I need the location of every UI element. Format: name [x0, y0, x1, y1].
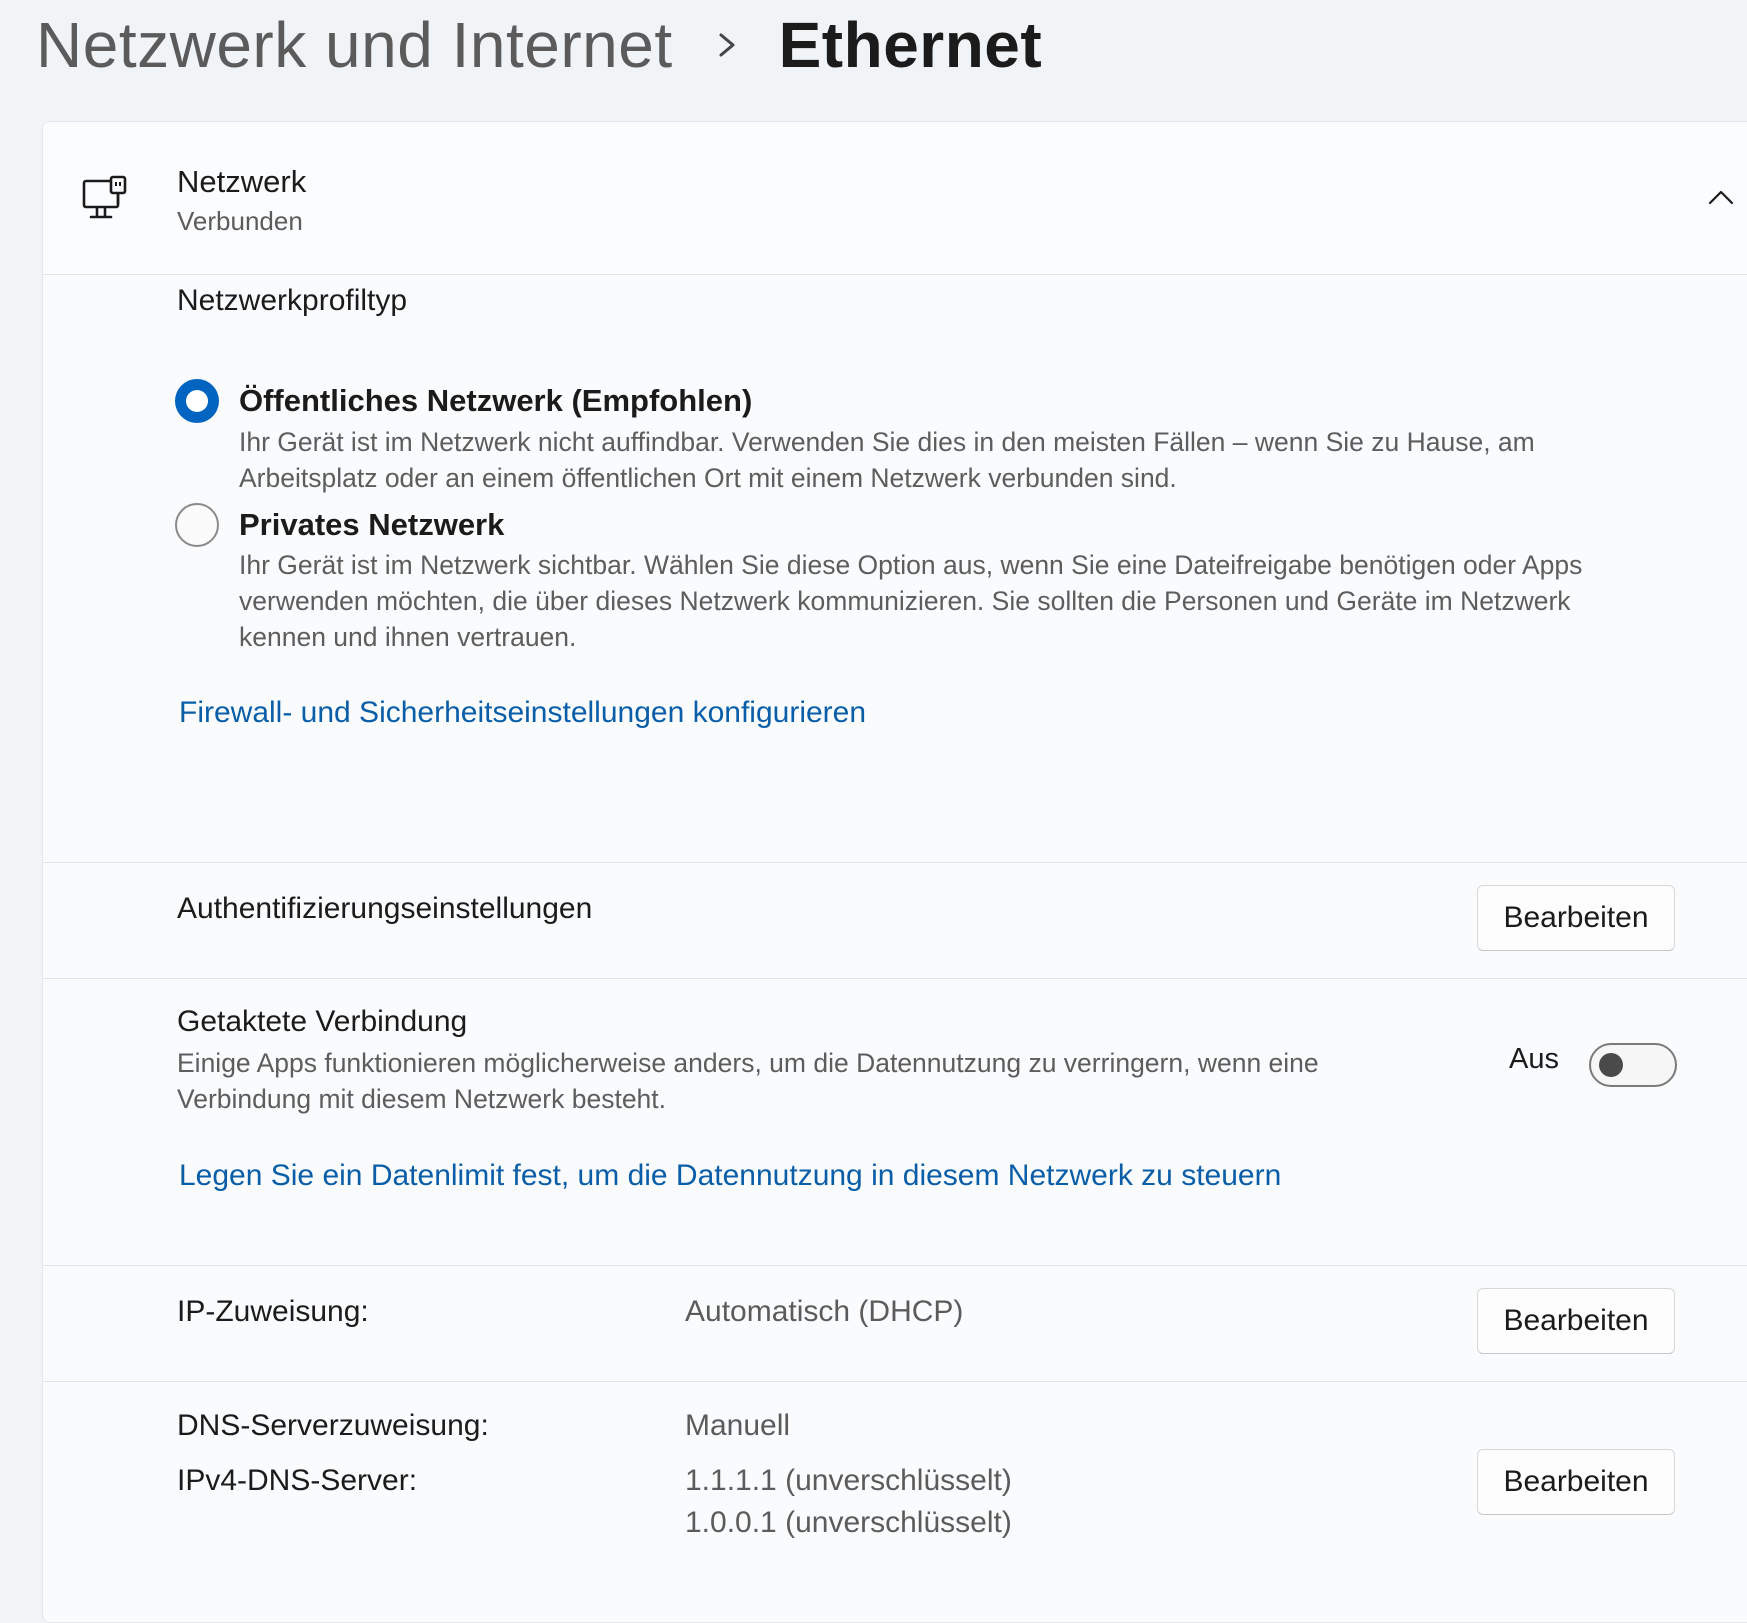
network-expander-header[interactable]: Netzwerk Verbunden — [43, 122, 1747, 275]
public-description-line2: Arbeitsplatz oder an einem öffentlichen … — [239, 463, 1177, 493]
auth-edit-button[interactable]: Bearbeiten — [1477, 885, 1675, 951]
chevron-right-icon — [715, 25, 739, 65]
auth-settings-label: Authentifizierungseinstellungen — [177, 892, 593, 925]
public-description-line1: Ihr Gerät ist im Netzwerk nicht auffindb… — [239, 427, 1535, 457]
ethernet-monitor-icon — [81, 174, 131, 224]
breadcrumb: Netzwerk und Internet Ethernet — [36, 0, 1042, 90]
divider — [43, 862, 1747, 863]
ipv4-dns-server-1: 1.1.1.1 (unverschlüsselt) — [685, 1464, 1012, 1497]
network-status: Verbunden — [177, 206, 303, 236]
radio-private-label[interactable]: Privates Netzwerk — [239, 507, 504, 543]
data-limit-link[interactable]: Legen Sie ein Datenlimit fest, um die Da… — [179, 1159, 1281, 1193]
page-title: Ethernet — [778, 9, 1043, 81]
private-description-line2: verwenden möchten, die über dieses Netzw… — [239, 586, 1571, 616]
ipv4-dns-label: IPv4-DNS-Server: — [177, 1464, 418, 1497]
breadcrumb-parent[interactable]: Netzwerk und Internet — [36, 8, 673, 82]
ip-assignment-value: Automatisch (DHCP) — [685, 1295, 964, 1328]
metered-description-line2: Verbindung mit diesem Netzwerk besteht. — [177, 1084, 667, 1114]
dns-assignment-label: DNS-Serverzuweisung: — [177, 1409, 489, 1442]
profile-heading: Netzwerkprofiltyp — [177, 284, 408, 317]
divider — [43, 978, 1747, 979]
metered-connection-label: Getaktete Verbindung — [177, 1005, 468, 1038]
private-description-line3: kennen und ihnen vertrauen. — [239, 622, 577, 652]
ip-edit-button[interactable]: Bearbeiten — [1477, 1288, 1675, 1354]
chevron-up-icon[interactable] — [1707, 184, 1735, 212]
toggle-knob — [1599, 1053, 1623, 1077]
ipv4-dns-server-2: 1.0.0.1 (unverschlüsselt) — [685, 1506, 1012, 1539]
dns-edit-button[interactable]: Bearbeiten — [1477, 1449, 1675, 1515]
dns-assignment-value: Manuell — [685, 1409, 791, 1442]
metered-description-line1: Einige Apps funktionieren möglicherweise… — [177, 1048, 1319, 1078]
firewall-settings-link[interactable]: Firewall- und Sicherheitseinstellungen k… — [179, 696, 866, 730]
radio-private-network[interactable] — [175, 503, 219, 547]
divider — [43, 1265, 1747, 1266]
network-title: Netzwerk — [177, 164, 307, 199]
metered-toggle-state: Aus — [1509, 1043, 1559, 1075]
radio-public-network[interactable] — [175, 379, 219, 423]
private-description-line1: Ihr Gerät ist im Netzwerk sichtbar. Wähl… — [239, 550, 1583, 580]
divider — [43, 1381, 1747, 1382]
network-settings-card: Netzwerk Verbunden Netzwerkprofiltyp Öff… — [42, 121, 1747, 1623]
radio-public-label[interactable]: Öffentliches Netzwerk (Empfohlen) — [239, 383, 752, 419]
metered-connection-toggle[interactable] — [1589, 1043, 1677, 1087]
ip-assignment-label: IP-Zuweisung: — [177, 1295, 369, 1328]
